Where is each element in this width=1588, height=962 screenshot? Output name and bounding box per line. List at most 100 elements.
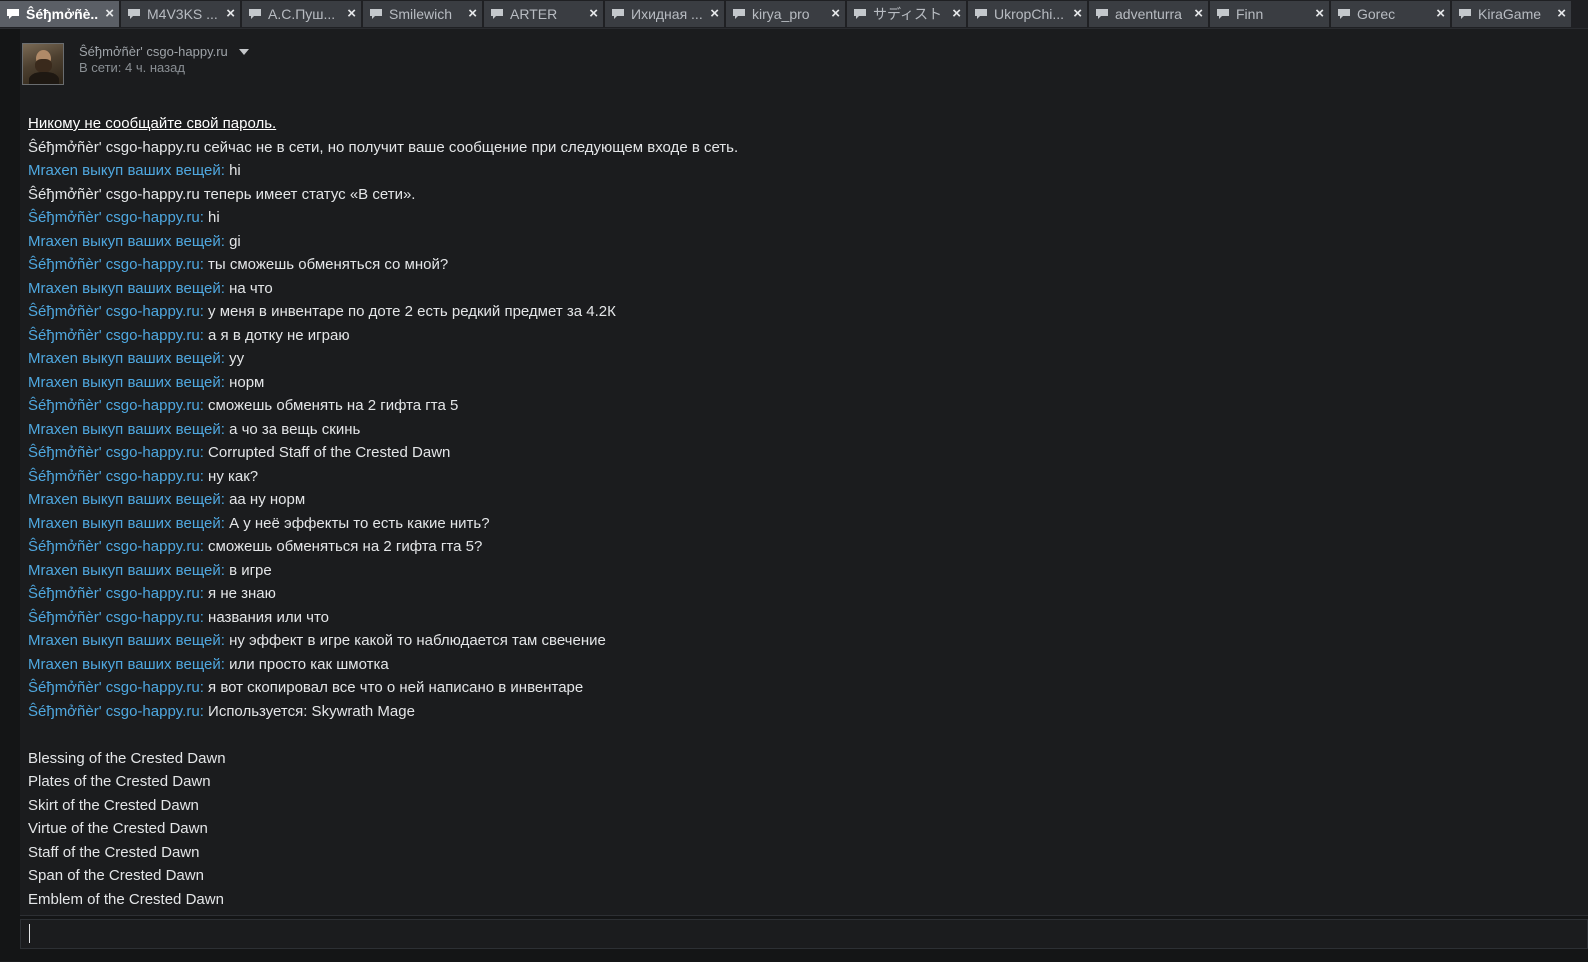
speaker-separator: : bbox=[199, 679, 209, 696]
chat-message: Mraxen выкуп ваших вещей: аа ну норм bbox=[28, 488, 1568, 512]
close-icon[interactable]: × bbox=[1557, 5, 1566, 23]
message-speaker[interactable]: Ŝéђmởñèr' csgo-happy.ru bbox=[28, 209, 200, 226]
message-text: в игре bbox=[229, 561, 272, 579]
avatar-beard bbox=[35, 59, 52, 73]
tab-label: UkropChi... bbox=[994, 6, 1065, 22]
friend-name[interactable]: Ŝéђmởñèr' csgo-happy.ru bbox=[79, 44, 228, 59]
speaker-separator: : bbox=[220, 279, 230, 297]
message-speaker[interactable]: Ŝéђmởñèr' csgo-happy.ru bbox=[28, 444, 200, 461]
chat-message: Ŝéђmởñèr' csgo-happy.ru: сможешь обменят… bbox=[28, 394, 1568, 418]
chat-message: Ŝéђmởñèr' csgo-happy.ru: ты сможешь обме… bbox=[28, 253, 1568, 277]
chat-tab[interactable]: サディスト × bbox=[847, 1, 966, 27]
message-speaker[interactable]: Ŝéђmởñèr' csgo-happy.ru bbox=[28, 703, 200, 720]
message-speaker[interactable]: Mraxen выкуп ваших вещей bbox=[28, 632, 221, 649]
message-speaker[interactable]: Ŝéђmởñèr' csgo-happy.ru bbox=[28, 327, 200, 344]
message-speaker[interactable]: Mraxen выкуп ваших вещей bbox=[28, 350, 221, 367]
chat-tab[interactable]: M4V3KS ... × bbox=[121, 1, 240, 27]
speaker-separator: : bbox=[199, 608, 209, 626]
speaker-separator: : bbox=[220, 162, 230, 179]
close-icon[interactable]: × bbox=[105, 5, 114, 23]
chat-message: Mraxen выкуп ваших вещей: или просто как… bbox=[28, 653, 1568, 677]
chat-bubble-icon bbox=[248, 8, 262, 20]
message-speaker[interactable]: Ŝéђmởñèr' csgo-happy.ru bbox=[28, 303, 200, 320]
chat-tab[interactable]: Ихидная ... × bbox=[605, 1, 724, 27]
message-continuation: Skirt of the Crested Dawn bbox=[28, 796, 199, 814]
message-speaker[interactable]: Ŝéђmởñèr' csgo-happy.ru bbox=[28, 538, 200, 555]
tab-label: kirya_pro bbox=[752, 6, 810, 22]
system-message: Ŝéђmởñèr' csgo-happy.ru сейчас не в сети… bbox=[28, 138, 739, 156]
chat-bubble-icon bbox=[611, 8, 625, 20]
password-warning-link[interactable]: Никому не сообщайте свой пароль. bbox=[28, 112, 1568, 136]
avatar[interactable] bbox=[22, 43, 64, 85]
close-icon[interactable]: × bbox=[952, 5, 961, 23]
message-speaker[interactable]: Ŝéђmởñèr' csgo-happy.ru bbox=[28, 397, 200, 414]
chat-message: Ŝéђmởñèr' csgo-happy.ru: я не знаю bbox=[28, 582, 1568, 606]
speaker-separator: : bbox=[199, 397, 209, 414]
chat-tab-bar: Ŝéђmởñè.. × M4V3KS ... × А.С.Пуш... × Smilewic… bbox=[0, 0, 1588, 29]
message-text: норм bbox=[229, 373, 265, 391]
message-speaker[interactable]: Ŝéђmởñèr' csgo-happy.ru bbox=[28, 679, 200, 696]
close-icon[interactable]: × bbox=[831, 5, 840, 23]
avatar-body bbox=[29, 72, 59, 84]
message-speaker[interactable]: Mraxen выкуп ваших вещей bbox=[28, 162, 221, 179]
message-speaker[interactable]: Ŝéђmởñèr' csgo-happy.ru bbox=[28, 585, 200, 602]
message-continuation: Virtue of the Crested Dawn bbox=[28, 820, 208, 837]
message-speaker[interactable]: Mraxen выкуп ваших вещей bbox=[28, 562, 221, 579]
message-continuation: Staff of the Crested Dawn bbox=[28, 843, 200, 861]
speaker-separator: : bbox=[199, 326, 209, 344]
chat-tab[interactable]: Ŝéђmởñè.. × bbox=[0, 1, 119, 27]
close-icon[interactable]: × bbox=[226, 5, 235, 23]
chat-tab[interactable]: Gorec × bbox=[1331, 1, 1450, 27]
chat-message: Ŝéђmởñèr' csgo-happy.ru: hi bbox=[28, 206, 1568, 230]
speaker-separator: : bbox=[199, 209, 209, 226]
message-speaker[interactable]: Mraxen выкуп ваших вещей bbox=[28, 280, 221, 297]
chat-message: Ŝéђmởñèr' csgo-happy.ru: сможешь обменят… bbox=[28, 535, 1568, 559]
message-speaker[interactable]: Ŝéђmởñèr' csgo-happy.ru bbox=[28, 256, 200, 273]
tab-label: А.С.Пуш... bbox=[268, 6, 336, 22]
chat-message: Ŝéђmởñèr' csgo-happy.ru: ну как? bbox=[28, 465, 1568, 489]
chat-tab[interactable]: А.С.Пуш... × bbox=[242, 1, 361, 27]
chat-tab[interactable]: Smilewich × bbox=[363, 1, 482, 27]
close-icon[interactable]: × bbox=[468, 5, 477, 23]
speaker-separator: : bbox=[199, 444, 209, 461]
message-speaker[interactable]: Mraxen выкуп ваших вещей bbox=[28, 515, 221, 532]
message-speaker[interactable]: Mraxen выкуп ваших вещей bbox=[28, 656, 221, 673]
close-icon[interactable]: × bbox=[347, 5, 356, 23]
message-speaker[interactable]: Mraxen выкуп ваших вещей bbox=[28, 491, 221, 508]
close-icon[interactable]: × bbox=[1073, 5, 1082, 23]
speaker-separator: : bbox=[220, 232, 230, 250]
close-icon[interactable]: × bbox=[589, 5, 598, 23]
chat-tab[interactable]: UkropChi... × bbox=[968, 1, 1087, 27]
speaker-separator: : bbox=[220, 350, 230, 367]
chat-bubble-icon bbox=[1458, 8, 1472, 20]
message-input[interactable] bbox=[20, 919, 1588, 949]
message-text: сможешь обменяться на 2 гифта гта 5? bbox=[208, 538, 483, 555]
speaker-separator: : bbox=[220, 373, 230, 391]
system-message: Ŝéђmởñèr' csgo-happy.ru теперь имеет ста… bbox=[28, 185, 416, 203]
tab-label: Smilewich bbox=[389, 6, 453, 22]
message-speaker[interactable]: Ŝéђmởñèr' csgo-happy.ru bbox=[28, 468, 200, 485]
message-speaker[interactable]: Mraxen выкуп ваших вещей bbox=[28, 421, 221, 438]
chat-tab[interactable]: KiraGame × bbox=[1452, 1, 1571, 27]
speaker-separator: : bbox=[199, 702, 209, 720]
message-speaker[interactable]: Mraxen выкуп ваших вещей bbox=[28, 233, 221, 250]
chat-tab[interactable]: kirya_pro × bbox=[726, 1, 845, 27]
close-icon[interactable]: × bbox=[1194, 5, 1203, 23]
message-text: у меня в инвентаре по доте 2 есть редкий… bbox=[208, 303, 616, 320]
message-continuation: Span of the Crested Dawn bbox=[28, 867, 204, 884]
message-text: hi bbox=[208, 209, 220, 226]
message-speaker[interactable]: Ŝéђmởñèr' csgo-happy.ru bbox=[28, 609, 200, 626]
chat-message: Ŝéђmởñèr' csgo-happy.ru: Используется: S… bbox=[28, 700, 1568, 724]
chat-tab[interactable]: adventurra × bbox=[1089, 1, 1208, 27]
message-speaker[interactable]: Mraxen выкуп ваших вещей bbox=[28, 374, 221, 391]
close-icon[interactable]: × bbox=[710, 5, 719, 23]
speaker-separator: : bbox=[220, 655, 230, 673]
chat-tab[interactable]: Finn × bbox=[1210, 1, 1329, 27]
message-text: А у неё эффекты то есть какие нить? bbox=[229, 514, 490, 532]
chat-tab[interactable]: ARTER × bbox=[484, 1, 603, 27]
chat-message: Mraxen выкуп ваших вещей: на что bbox=[28, 277, 1568, 301]
close-icon[interactable]: × bbox=[1315, 5, 1324, 23]
chevron-down-icon[interactable] bbox=[239, 49, 249, 55]
tab-label: Ихидная ... bbox=[631, 6, 703, 22]
close-icon[interactable]: × bbox=[1436, 5, 1445, 23]
